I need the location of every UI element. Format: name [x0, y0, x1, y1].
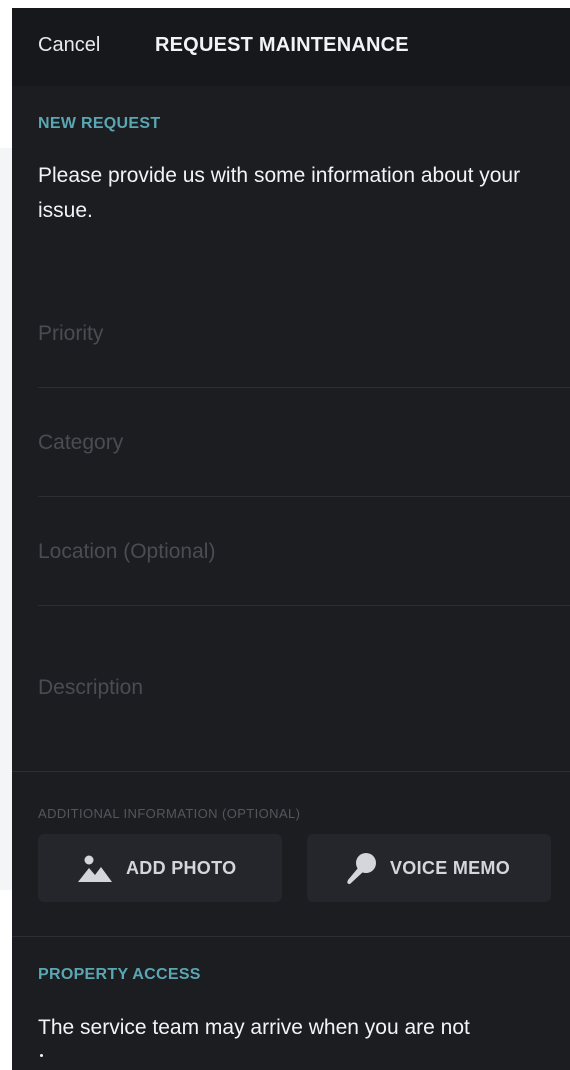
priority-placeholder: Priority — [38, 322, 104, 345]
microphone-icon — [343, 852, 379, 891]
navigation-bar: Cancel REQUEST MAINTENANCE — [12, 8, 570, 86]
description-field[interactable]: Description — [38, 648, 570, 768]
cutoff-text-fragment — [40, 1054, 43, 1057]
category-placeholder: Category — [38, 431, 124, 454]
background-strip — [0, 148, 12, 890]
voice-memo-button[interactable]: VOICE MEMO — [307, 834, 551, 902]
divider — [38, 605, 570, 606]
location-field[interactable]: Location (Optional) — [38, 526, 570, 606]
description-placeholder: Description — [38, 676, 144, 699]
intro-text: Please provide us with some information … — [38, 164, 521, 222]
voice-memo-label: VOICE MEMO — [390, 858, 511, 878]
cancel-button[interactable]: Cancel — [38, 34, 100, 57]
page-title: REQUEST MAINTENANCE — [155, 34, 409, 56]
maintenance-request-screen: Cancel REQUEST MAINTENANCE NEW REQUEST P… — [12, 8, 570, 1070]
divider — [38, 387, 570, 388]
divider — [38, 496, 570, 497]
new-request-heading: NEW REQUEST — [38, 115, 161, 132]
category-field[interactable]: Category — [38, 417, 570, 497]
priority-field[interactable]: Priority — [38, 308, 570, 388]
property-access-heading: PROPERTY ACCESS — [38, 966, 201, 983]
additional-info-heading: ADDITIONAL INFORMATION (OPTIONAL) — [38, 806, 301, 821]
image-icon — [78, 854, 112, 889]
add-photo-button[interactable]: ADD PHOTO — [38, 834, 282, 902]
location-placeholder: Location (Optional) — [38, 540, 216, 563]
divider — [12, 936, 570, 937]
add-photo-label: ADD PHOTO — [126, 858, 237, 878]
property-access-text: The service team may arrive when you are… — [38, 1016, 470, 1039]
divider — [12, 771, 570, 772]
